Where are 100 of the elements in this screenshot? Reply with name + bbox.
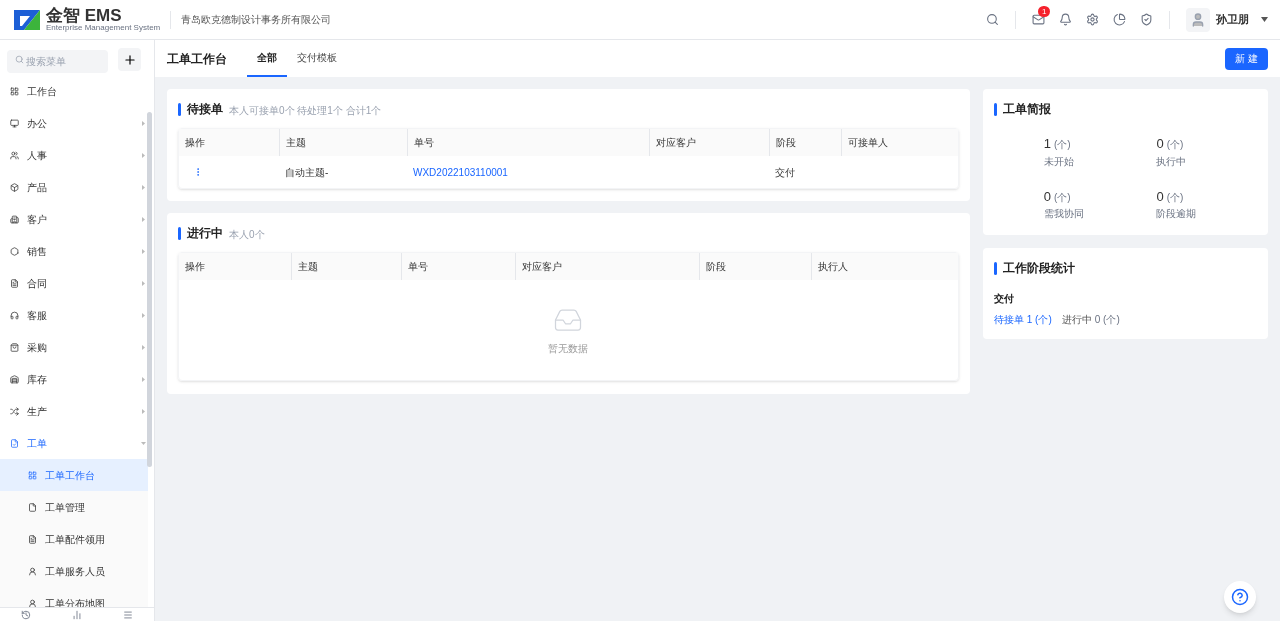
- sidebar-subitem[interactable]: 工单分布地图: [0, 587, 148, 607]
- logo-subtitle: Enterprise Management System: [46, 24, 161, 32]
- stat-unit: (个): [1166, 190, 1184, 205]
- logo-text: 金智 EMS: [46, 7, 123, 24]
- table-cell-text: 交付: [774, 165, 796, 180]
- sidebar-item[interactable]: 客服: [0, 299, 154, 331]
- column-header: 单号: [408, 260, 428, 274]
- expand-arrow-icon: [141, 408, 146, 414]
- sidebar-subitem[interactable]: 工单服务人员: [0, 555, 148, 587]
- column-header: 阶段: [776, 136, 796, 150]
- expand-arrow-icon: [141, 376, 146, 382]
- document-icon: [10, 278, 19, 288]
- stat-value: 0: [1043, 187, 1051, 206]
- grid-icon: [10, 86, 19, 96]
- cube-icon: [10, 182, 19, 192]
- settings-icon[interactable]: [1086, 13, 1099, 26]
- stage-count[interactable]: 1 (个): [1026, 312, 1052, 327]
- stat-unit: (个): [1054, 190, 1071, 205]
- person-icon: [1190, 11, 1206, 28]
- column-header: 阶段: [706, 260, 726, 274]
- new-button[interactable]: 新 建: [1225, 47, 1268, 70]
- shuffle-icon: [10, 406, 19, 416]
- sidebar-subitem[interactable]: 工单工作台: [0, 459, 148, 491]
- expand-arrow-icon: [141, 120, 146, 126]
- column-header: 操作: [185, 260, 205, 274]
- order-number-link[interactable]: WXD2022103110001: [407, 164, 514, 180]
- bell-icon[interactable]: [1059, 13, 1072, 26]
- expand-arrow-icon: [141, 248, 146, 254]
- column-header: 对应客户: [522, 260, 562, 274]
- document-icon: [28, 534, 37, 544]
- stat-value: 0: [1156, 135, 1164, 153]
- stat-label: 阶段逾期: [1156, 207, 1198, 221]
- building-icon: [10, 214, 19, 224]
- section-subtitle: 本人可接单0个 待处理1个 合计1个: [229, 104, 382, 118]
- expand-arrow-icon: [141, 312, 146, 318]
- expand-arrow-icon: [141, 184, 146, 190]
- tab[interactable]: 交付模板: [287, 40, 347, 77]
- bag-icon: [10, 342, 19, 352]
- expand-arrow-icon: [141, 344, 146, 350]
- help-icon: [1231, 588, 1249, 606]
- sidebar-item[interactable]: 库存: [0, 363, 154, 395]
- file-icon: [28, 502, 37, 512]
- message-icon[interactable]: [1032, 13, 1045, 26]
- column-header: 操作: [185, 136, 205, 150]
- company-name: 青岛欧克德制设计事务所有限公司: [181, 13, 332, 27]
- expand-arrow-icon: [141, 152, 146, 158]
- sidebar-item[interactable]: 产品: [0, 171, 154, 203]
- stage-count-label[interactable]: 待接单: [993, 312, 1024, 327]
- section-title: 工单简报: [1002, 101, 1051, 118]
- search-icon[interactable]: [986, 13, 999, 26]
- sidebar-item[interactable]: 采购: [0, 331, 154, 363]
- section-title: 工作阶段统计: [1002, 260, 1075, 277]
- grid-icon: [28, 470, 37, 480]
- shield-icon[interactable]: [1140, 13, 1153, 26]
- column-header: 主题: [286, 136, 306, 150]
- menu-search-field[interactable]: 搜索菜单: [7, 50, 108, 73]
- column-header: 主题: [298, 260, 318, 274]
- sidebar-item[interactable]: 人事: [0, 139, 154, 171]
- person-icon: [28, 566, 37, 576]
- section-subtitle: 本人0个: [229, 228, 265, 242]
- headphones-icon: [10, 310, 19, 320]
- stat-label: 未开始: [1043, 154, 1075, 169]
- sidebar-item[interactable]: 工单: [0, 427, 154, 459]
- scrollbar[interactable]: [147, 112, 152, 467]
- plus-icon: [122, 52, 137, 67]
- history-icon[interactable]: [20, 609, 31, 620]
- sidebar-subitem[interactable]: 工单配件领用: [0, 523, 148, 555]
- stage-name: 交付: [993, 292, 1015, 306]
- stage-count[interactable]: 0 (个): [1094, 312, 1120, 327]
- collapse-arrow-icon: [141, 440, 146, 446]
- table-cell-text: 自动主题-: [284, 165, 330, 180]
- sidebar-item[interactable]: 合同: [0, 267, 154, 299]
- sidebar-item[interactable]: 工作台: [0, 75, 154, 107]
- stat-label: 需我协同: [1043, 207, 1085, 221]
- column-header: 对应客户: [656, 136, 696, 150]
- sidebar-item[interactable]: 生产: [0, 395, 154, 427]
- expand-arrow-icon: [141, 216, 146, 222]
- sidebar-item[interactable]: 销售: [0, 235, 154, 267]
- dropdown-caret-icon[interactable]: [1261, 17, 1268, 22]
- stat-value: 0: [1156, 187, 1164, 206]
- user-name[interactable]: 孙卫朋: [1216, 11, 1249, 28]
- sidebar-item[interactable]: 办公: [0, 107, 154, 139]
- page-title: 工单工作台: [167, 50, 227, 68]
- help-button[interactable]: [1224, 581, 1256, 613]
- hexagon-icon: [10, 246, 19, 256]
- stat-value: 1: [1043, 135, 1051, 153]
- add-button[interactable]: [118, 48, 141, 71]
- sidebar-subitem[interactable]: 工单管理: [0, 491, 148, 523]
- stage-count-label[interactable]: 进行中: [1061, 312, 1092, 327]
- stat-label: 执行中: [1156, 154, 1188, 169]
- user-avatar[interactable]: [1186, 7, 1210, 32]
- sidebar-item[interactable]: 客户: [0, 203, 154, 235]
- warehouse-icon: [10, 374, 19, 384]
- document-check-icon: [10, 438, 19, 448]
- column-header: 可接单人: [848, 136, 888, 150]
- column-header: 执行人: [818, 260, 848, 274]
- stat-unit: (个): [1166, 138, 1184, 152]
- pie-chart-icon[interactable]: [1113, 13, 1126, 26]
- section-title: 待接单: [187, 101, 223, 118]
- section-title: 进行中: [187, 225, 223, 242]
